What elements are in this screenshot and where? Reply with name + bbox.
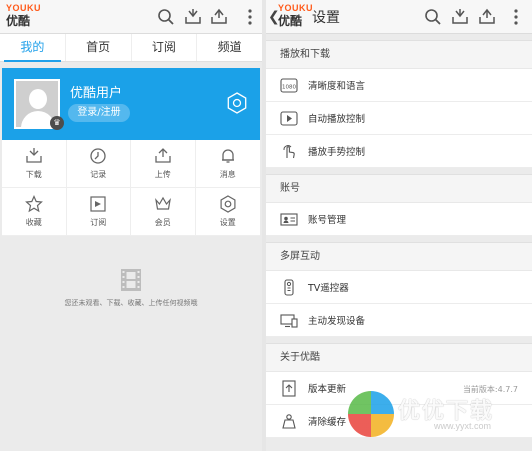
grid-item-subscriptions[interactable]: 订阅 bbox=[66, 188, 131, 236]
tab-subscriptions[interactable]: 订阅 bbox=[132, 34, 198, 61]
watermark-url: www.yyxt.com bbox=[434, 421, 492, 431]
film-icon bbox=[121, 269, 141, 291]
star-icon bbox=[24, 195, 43, 213]
settings-top-bar: ❮ YOUKU 优酷 设置 bbox=[266, 0, 532, 34]
history-icon bbox=[90, 148, 106, 164]
upload-icon[interactable] bbox=[477, 7, 497, 27]
settings-row-discover-devices[interactable]: 主动发现设备 bbox=[266, 304, 532, 337]
watermark-logo-icon bbox=[348, 391, 394, 437]
settings-row-label: 自动播放控制 bbox=[308, 114, 366, 125]
more-menu-icon[interactable] bbox=[240, 7, 260, 27]
profile-card: ♛ 优酷用户 登录/注册 bbox=[2, 68, 260, 140]
grid-item-label: 下载 bbox=[25, 170, 42, 179]
settings-row-label: 播放手势控制 bbox=[308, 147, 366, 158]
section-header: 账号 bbox=[266, 175, 532, 203]
download-icon bbox=[26, 148, 42, 163]
grid-item-label: 记录 bbox=[90, 170, 107, 179]
search-icon[interactable] bbox=[156, 7, 176, 27]
settings-row-gesture[interactable]: 播放手势控制 bbox=[266, 135, 532, 168]
grid-item-favorites[interactable]: 收藏 bbox=[2, 188, 67, 236]
remote-icon bbox=[280, 279, 298, 296]
download-icon[interactable] bbox=[183, 7, 203, 27]
download-icon[interactable] bbox=[450, 7, 470, 27]
rss-icon bbox=[90, 196, 106, 212]
logo-en-text: YOUKU bbox=[6, 3, 42, 13]
settings-row-account-management[interactable]: 账号管理 bbox=[266, 203, 532, 236]
section-account: 账号 账号管理 bbox=[266, 174, 532, 236]
crown-icon: ♛ bbox=[50, 116, 64, 130]
avatar-head-shape bbox=[29, 89, 47, 109]
more-menu-icon[interactable] bbox=[506, 7, 526, 27]
search-icon[interactable] bbox=[423, 7, 443, 27]
tab-mine[interactable]: 我的 bbox=[0, 34, 66, 62]
tab-home[interactable]: 首页 bbox=[66, 34, 132, 61]
section-header: 关于优酷 bbox=[266, 344, 532, 372]
grid-item-upload[interactable]: 上传 bbox=[131, 140, 196, 188]
grid-item-label: 会员 bbox=[154, 218, 171, 227]
upload-icon[interactable] bbox=[209, 7, 229, 27]
grid-item-label: 设置 bbox=[219, 218, 236, 227]
my-page-pane: YOUKU 优酷 我的 首页 订阅 频道 ♛ 优酷用户 登录/注册 下载 记录 … bbox=[0, 0, 262, 451]
play-icon bbox=[280, 110, 298, 127]
grid-item-download[interactable]: 下载 bbox=[2, 140, 67, 188]
settings-row-label: 版本更新 bbox=[308, 384, 347, 395]
account-card-icon bbox=[280, 211, 298, 228]
section-playback-download: 播放和下载 1080 清晰度和语言 自动播放控制 播放手势控制 bbox=[266, 40, 532, 168]
settings-row-tv-remote[interactable]: TV遥控器 bbox=[266, 271, 532, 304]
settings-row-label: 账号管理 bbox=[308, 215, 347, 226]
grid-item-label: 收藏 bbox=[25, 218, 42, 227]
grid-item-label: 上传 bbox=[154, 170, 171, 179]
resolution-icon: 1080 bbox=[280, 77, 298, 94]
settings-pane: ❮ YOUKU 优酷 设置 播放和下载 1080 清晰度和语言 自动播放控制 播… bbox=[266, 0, 532, 451]
gear-icon bbox=[220, 195, 236, 213]
broom-icon bbox=[280, 413, 298, 430]
grid-item-label: 消息 bbox=[219, 170, 236, 179]
grid-item-messages[interactable]: 消息 bbox=[195, 140, 260, 188]
page-title: 设置 bbox=[312, 10, 340, 26]
main-tabs: 我的 首页 订阅 频道 bbox=[0, 34, 262, 62]
vip-icon bbox=[154, 196, 171, 210]
grid-item-history[interactable]: 记录 bbox=[66, 140, 131, 188]
grid-item-vip[interactable]: 会员 bbox=[131, 188, 196, 236]
top-bar: YOUKU 优酷 bbox=[0, 0, 262, 34]
screen-icon bbox=[280, 312, 298, 329]
update-icon bbox=[280, 380, 298, 397]
site-watermark: 优优下载 www.yyxt.com bbox=[348, 391, 528, 439]
gesture-icon bbox=[280, 143, 298, 160]
login-register-button[interactable]: 登录/注册 bbox=[68, 104, 130, 122]
section-header: 播放和下载 bbox=[266, 41, 532, 69]
section-header: 多屏互动 bbox=[266, 243, 532, 271]
empty-state: 您还未观看、下载、收藏、上传任何视频哦 bbox=[0, 268, 262, 308]
settings-row-label: 主动发现设备 bbox=[308, 316, 366, 327]
settings-row-resolution-language[interactable]: 1080 清晰度和语言 bbox=[266, 69, 532, 102]
youku-logo[interactable]: YOUKU 优酷 bbox=[6, 3, 46, 29]
settings-row-label: 清除缓存 bbox=[308, 417, 347, 428]
grid-item-label: 订阅 bbox=[90, 218, 107, 227]
empty-state-text: 您还未观看、下载、收藏、上传任何视频哦 bbox=[64, 299, 198, 307]
tab-channels[interactable]: 频道 bbox=[197, 34, 262, 61]
username: 优酷用户 bbox=[70, 86, 123, 101]
logo-cn-text: 优酷 bbox=[6, 14, 31, 28]
settings-row-label: 清晰度和语言 bbox=[308, 81, 366, 92]
settings-row-label: TV遥控器 bbox=[308, 283, 349, 294]
skin-settings-icon[interactable] bbox=[226, 92, 248, 114]
feature-grid: 下载 记录 上传 消息 收藏 订阅 会员 设置 bbox=[2, 140, 260, 236]
settings-row-autoplay[interactable]: 自动播放控制 bbox=[266, 102, 532, 135]
svg-text:1080: 1080 bbox=[282, 85, 296, 91]
upload-icon bbox=[155, 148, 171, 163]
bell-icon bbox=[221, 149, 234, 163]
section-multiscreen: 多屏互动 TV遥控器 主动发现设备 bbox=[266, 242, 532, 337]
grid-item-settings[interactable]: 设置 bbox=[195, 188, 260, 236]
